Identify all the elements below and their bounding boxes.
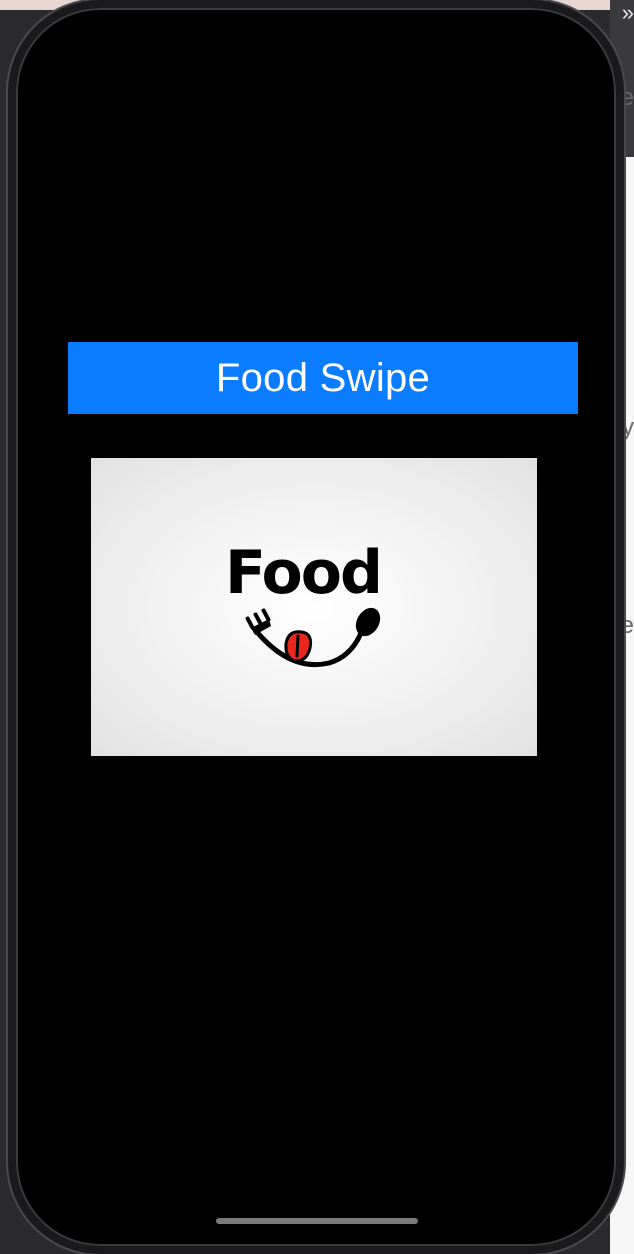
phone-simulator-frame: Food Swipe Food (8, 0, 624, 1254)
home-indicator[interactable] (216, 1218, 418, 1224)
food-logo-image: Food (91, 458, 537, 756)
background-overflow-chevron: » (621, 0, 634, 25)
app-title: Food Swipe (215, 355, 431, 400)
app-title-bar: Food Swipe (68, 342, 578, 414)
fork-spoon-smile-icon (245, 607, 381, 668)
